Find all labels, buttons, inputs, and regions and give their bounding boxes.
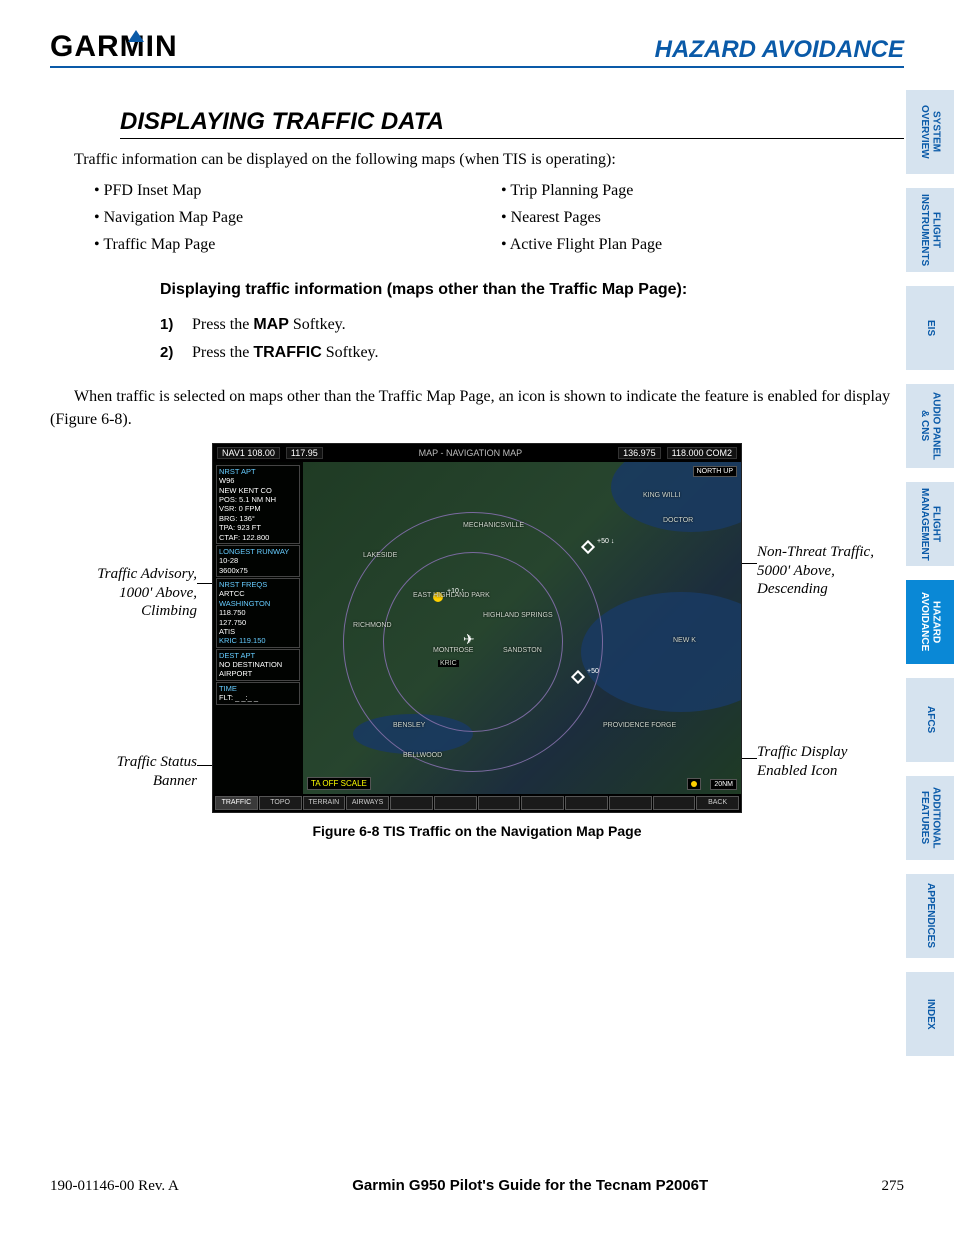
procedure-heading: Displaying traffic information (maps oth… [160, 281, 904, 299]
softkey-blank[interactable] [434, 796, 477, 810]
softkey-blank[interactable] [609, 796, 652, 810]
figure-caption: Figure 6-8 TIS Traffic on the Navigation… [97, 823, 857, 839]
tab-afcs[interactable]: AFCS [906, 678, 954, 762]
softkey-bar: TRAFFIC TOPO TERRAIN AIRWAYS BACK [213, 794, 741, 812]
tab-hazard-avoidance[interactable]: HAZARD AVOIDANCE [906, 580, 954, 664]
airport-kric: KRIC [438, 660, 459, 667]
tab-flight-management[interactable]: FLIGHT MANAGEMENT [906, 482, 954, 566]
tab-flight-instruments[interactable]: FLIGHT INSTRUMENTS [906, 188, 954, 272]
page-header: GARMIN HAZARD AVOIDANCE [50, 30, 904, 68]
callout-display-icon: Traffic Display Enabled Icon [757, 743, 877, 781]
tab-audio-panel[interactable]: AUDIO PANEL & CNS [906, 384, 954, 468]
chapter-tabs: SYSTEM OVERVIEW FLIGHT INSTRUMENTS EIS A… [906, 90, 954, 1056]
list-item: Traffic Map Page [90, 231, 497, 258]
softkey-name: MAP [253, 316, 289, 333]
tab-additional-features[interactable]: ADDITIONAL FEATURES [906, 776, 954, 860]
step-2: 2) Press the TRAFFIC Softkey. [160, 339, 904, 368]
bullets-left: PFD Inset Map Navigation Map Page Traffi… [90, 177, 497, 259]
procedure-steps: 1) Press the MAP Softkey. 2) Press the T… [160, 311, 904, 369]
traffic-status-banner: TA OFF SCALE [307, 777, 371, 790]
tab-index[interactable]: INDEX [906, 972, 954, 1056]
bullets-right: Trip Planning Page Nearest Pages Active … [497, 177, 904, 259]
guide-title: Garmin G950 Pilot's Guide for the Tecnam… [352, 1177, 708, 1194]
logo-text: GARMIN [50, 30, 178, 64]
list-item: Navigation Map Page [90, 204, 497, 231]
tab-appendices[interactable]: APPENDICES [906, 874, 954, 958]
tab-system-overview[interactable]: SYSTEM OVERVIEW [906, 90, 954, 174]
body-paragraph: When traffic is selected on maps other t… [50, 386, 904, 431]
softkey-name: TRAFFIC [253, 344, 321, 361]
step-1: 1) Press the MAP Softkey. [160, 311, 904, 340]
chapter-title: HAZARD AVOIDANCE [655, 36, 904, 64]
softkey-terrain[interactable]: TERRAIN [303, 796, 346, 810]
mfd-top-bar: NAV1 108.00 117.95 MAP - NAVIGATION MAP … [213, 444, 741, 462]
list-item: PFD Inset Map [90, 177, 497, 204]
softkey-blank[interactable] [565, 796, 608, 810]
softkey-airways[interactable]: AIRWAYS [346, 796, 389, 810]
list-item: Active Flight Plan Page [497, 231, 904, 258]
section-heading: DISPLAYING TRAFFIC DATA [120, 108, 904, 139]
bullet-columns: PFD Inset Map Navigation Map Page Traffi… [90, 177, 904, 259]
north-up-indicator: NORTH UP [693, 466, 737, 477]
figure-6-8: Traffic Advisory, 1000' Above, Climbing … [97, 443, 857, 839]
page-number: 275 [881, 1178, 904, 1195]
callout-traffic-advisory: Traffic Advisory, 1000' Above, Climbing [77, 565, 197, 621]
softkey-back[interactable]: BACK [696, 796, 739, 810]
nav1-freq: NAV1 108.00 [217, 447, 280, 459]
list-item: Trip Planning Page [497, 177, 904, 204]
com1-freq: 136.975 [618, 447, 661, 459]
step-number: 2) [160, 339, 182, 368]
page-footer: 190-01146-00 Rev. A Garmin G950 Pilot's … [50, 1177, 904, 1195]
softkey-blank[interactable] [653, 796, 696, 810]
tab-eis[interactable]: EIS [906, 286, 954, 370]
softkey-blank[interactable] [478, 796, 521, 810]
softkey-traffic[interactable]: TRAFFIC [215, 796, 258, 810]
intro-paragraph: Traffic information can be displayed on … [50, 151, 904, 169]
callout-status-banner: Traffic Status Banner [77, 753, 197, 791]
softkey-topo[interactable]: TOPO [259, 796, 302, 810]
map-scale: 20NM [710, 779, 737, 790]
logo-triangle-icon [128, 30, 144, 42]
softkey-blank[interactable] [521, 796, 564, 810]
mfd-page-title: MAP - NAVIGATION MAP [329, 448, 612, 458]
com2-freq: 118.000 COM2 [667, 447, 737, 459]
non-threat-symbol [581, 540, 595, 554]
softkey-blank[interactable] [390, 796, 433, 810]
step-number: 1) [160, 311, 182, 340]
mfd-screenshot: NAV1 108.00 117.95 MAP - NAVIGATION MAP … [212, 443, 742, 813]
list-item: Nearest Pages [497, 204, 904, 231]
mfd-data-panel: NRST APT W96 NEW KENT CO POS: 5.1 NM NH … [213, 462, 303, 794]
navigation-map: ✈ +10 ↑ +50 ↓ +50 MECHANICSVILLE LAKESID… [303, 462, 741, 794]
traffic-enabled-icon [687, 778, 701, 790]
callout-non-threat: Non-Threat Traffic, 5000' Above, Descend… [757, 543, 877, 599]
garmin-logo: GARMIN [50, 30, 196, 64]
doc-number: 190-01146-00 Rev. A [50, 1178, 179, 1195]
nav2-freq: 117.95 [286, 447, 323, 459]
